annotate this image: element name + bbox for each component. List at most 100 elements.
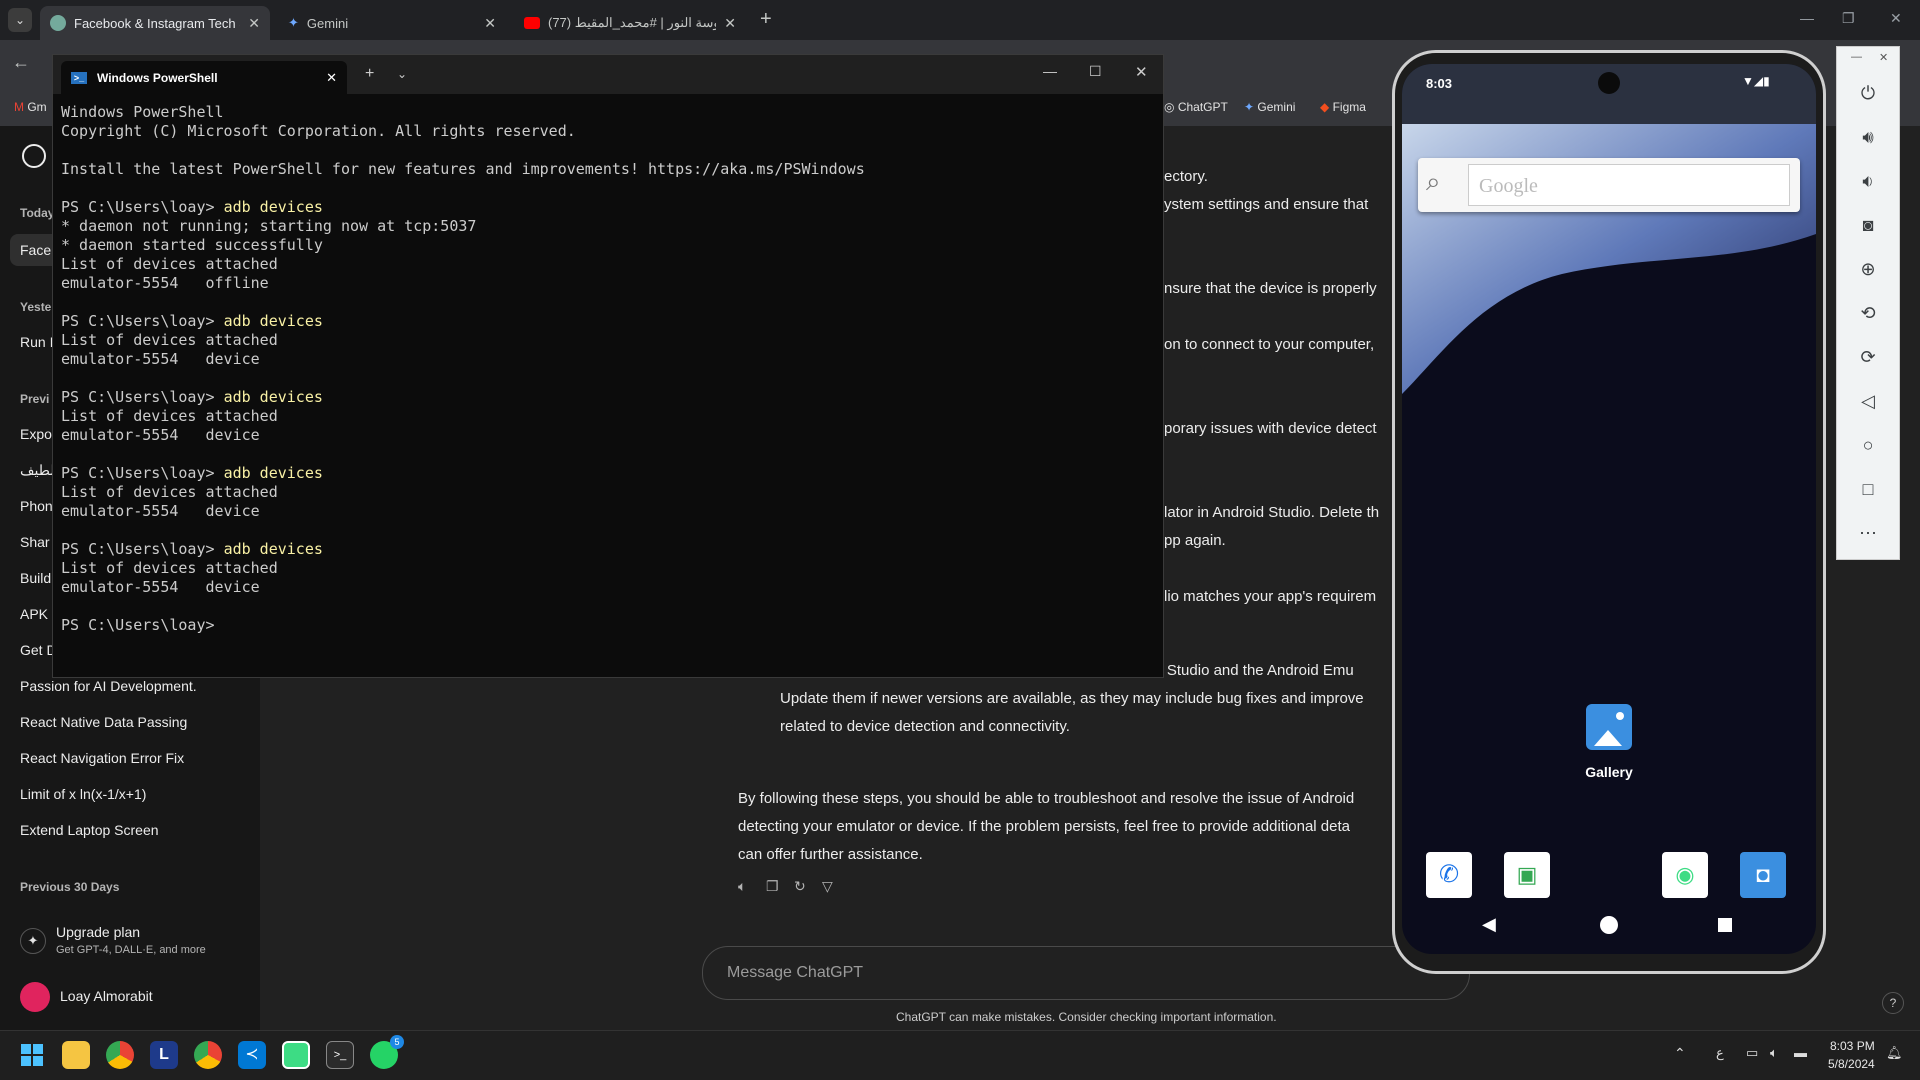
- panel-close-icon[interactable]: ✕: [1879, 51, 1888, 64]
- network-icon[interactable]: ▭: [1746, 1045, 1758, 1061]
- powershell-window[interactable]: >_ Windows PowerShell ✕ + ⌄ — ☐ ✕ Window…: [52, 54, 1164, 678]
- browser-tab-facebook-instagram[interactable]: Facebook & Instagram Tech Sta ✕: [40, 6, 270, 40]
- clock-time[interactable]: 8:03 PM: [1830, 1039, 1875, 1053]
- powershell-terminal-output[interactable]: Windows PowerShell Copyright (C) Microsof…: [53, 95, 1163, 677]
- tray-chevron-icon[interactable]: ⌃: [1674, 1045, 1686, 1062]
- upgrade-plan-button[interactable]: ✦ Upgrade plan Get GPT-4, DALL·E, and mo…: [16, 922, 246, 966]
- volume-icon[interactable]: 🔈︎: [1770, 1045, 1778, 1061]
- sidebar-chat-item[interactable]: Expo: [20, 426, 52, 442]
- notification-bell-icon[interactable]: 🔔︎: [1886, 1045, 1903, 1061]
- windows-start-icon[interactable]: [18, 1041, 46, 1069]
- new-tab-button[interactable]: +: [760, 8, 772, 31]
- zoom-icon[interactable]: ⊕: [1837, 259, 1899, 280]
- close-tab-icon[interactable]: ✕: [248, 15, 260, 32]
- chrome-profile-icon[interactable]: [194, 1041, 222, 1069]
- powershell-tab[interactable]: >_ Windows PowerShell ✕: [61, 61, 347, 94]
- search-field[interactable]: Google: [1468, 164, 1790, 206]
- gallery-app[interactable]: Gallery: [1554, 704, 1664, 794]
- terminal-line: Windows PowerShell: [61, 103, 224, 121]
- rotate-left-icon[interactable]: ⟲: [1837, 303, 1899, 324]
- dropdown-chevron-icon[interactable]: ⌄: [397, 67, 407, 81]
- messages-app-icon[interactable]: ▣: [1504, 852, 1550, 898]
- sidebar-chat-item[interactable]: لطيف: [20, 462, 54, 479]
- read-aloud-icon[interactable]: 🔈︎: [738, 878, 746, 895]
- more-icon[interactable]: ⋯: [1837, 523, 1899, 544]
- sidebar-chat-item[interactable]: Extend Laptop Screen: [20, 822, 159, 838]
- maximize-icon[interactable]: ☐: [1089, 63, 1102, 80]
- chatgpt-bookmark[interactable]: ◎ ChatGPT: [1164, 100, 1228, 114]
- gemini-icon: ✦: [1244, 100, 1255, 114]
- tab-title: Facebook & Instagram Tech Sta: [74, 15, 240, 31]
- l-app-icon[interactable]: L: [150, 1041, 178, 1069]
- camera-punch-hole: [1598, 72, 1620, 94]
- minimize-window-icon[interactable]: —: [1800, 10, 1814, 26]
- whatsapp-icon[interactable]: 5: [370, 1035, 404, 1069]
- android-studio-icon[interactable]: [282, 1041, 310, 1069]
- file-explorer-icon[interactable]: [62, 1041, 90, 1069]
- home-icon[interactable]: ○: [1837, 435, 1899, 456]
- close-tab-icon[interactable]: ✕: [484, 15, 496, 32]
- sidebar-chat-item[interactable]: React Native Data Passing: [20, 714, 187, 730]
- sidebar-chat-item[interactable]: React Navigation Error Fix: [20, 750, 184, 766]
- close-window-icon[interactable]: ✕: [1890, 10, 1902, 27]
- restore-window-icon[interactable]: ❐: [1842, 10, 1855, 27]
- sidebar-chat-item[interactable]: Phon: [20, 498, 53, 514]
- sidebar-chat-item[interactable]: Run I: [20, 334, 53, 350]
- phone-app-icon[interactable]: ✆: [1426, 852, 1472, 898]
- sidebar-chat-item[interactable]: Build: [20, 570, 51, 586]
- back-arrow-icon[interactable]: ←: [12, 52, 30, 73]
- minimize-icon[interactable]: —: [1043, 63, 1057, 79]
- volume-down-icon[interactable]: 🔉︎: [1837, 171, 1899, 192]
- message-placeholder: Message ChatGPT: [727, 964, 864, 981]
- browser-tab-gemini[interactable]: ✦ Gemini ✕: [278, 6, 506, 40]
- sidebar-chat-item[interactable]: Limit of x ln(x-1/x+1): [20, 786, 146, 802]
- android-app-icon[interactable]: ◉: [1662, 852, 1708, 898]
- help-icon[interactable]: ?: [1882, 992, 1904, 1014]
- chatgpt-logo-icon[interactable]: [22, 144, 46, 168]
- vscode-icon[interactable]: ≺: [238, 1041, 266, 1069]
- gemini-bookmark[interactable]: ✦ Gemini: [1244, 100, 1295, 114]
- volume-up-icon[interactable]: 🔊︎: [1837, 127, 1899, 148]
- power-icon[interactable]: ⏻: [1837, 83, 1899, 104]
- powershell-title-bar[interactable]: >_ Windows PowerShell ✕ + ⌄ — ☐ ✕: [53, 55, 1163, 94]
- sidebar-chat-item[interactable]: Passion for AI Development.: [20, 678, 197, 694]
- tab-search-button[interactable]: ⌄: [8, 8, 32, 32]
- sidebar-chat-item[interactable]: APK: [20, 606, 48, 622]
- close-tab-icon[interactable]: ✕: [326, 70, 337, 86]
- google-search-widget[interactable]: ⌕ Google: [1418, 158, 1800, 212]
- camera-icon[interactable]: ◙: [1837, 215, 1899, 236]
- language-indicator[interactable]: ع: [1716, 1045, 1724, 1061]
- close-tab-icon[interactable]: ✕: [724, 15, 736, 32]
- rotate-right-icon[interactable]: ⟳: [1837, 347, 1899, 368]
- nav-home-icon[interactable]: [1600, 916, 1618, 934]
- sidebar-chat-item[interactable]: Shar: [20, 534, 50, 550]
- terminal-icon[interactable]: >_: [326, 1041, 354, 1069]
- terminal-line: emulator-5554 offline: [61, 274, 269, 292]
- regenerate-icon[interactable]: ↻: [794, 878, 806, 895]
- message-input[interactable]: Message ChatGPT: [702, 946, 1470, 1000]
- response-text-fragment: on to connect to your computer,: [1164, 336, 1375, 353]
- terminal-line: PS C:\Users\loay> adb devices: [61, 312, 323, 330]
- gmail-bookmark[interactable]: M Gm: [14, 100, 47, 114]
- close-window-icon[interactable]: ✕: [1135, 63, 1148, 81]
- response-text-fragment: nsure that the device is properly: [1164, 280, 1377, 297]
- new-tab-icon[interactable]: +: [365, 65, 374, 83]
- terminal-line: List of devices attached: [61, 483, 278, 501]
- response-text-fragment: porary issues with device detect: [1164, 420, 1377, 437]
- thumbs-down-icon[interactable]: ▽: [822, 878, 833, 895]
- android-emulator-screen[interactable]: 8:03 ▼◢▮ ⌕ Google Gallery ✆ ▣ ◉ ◘ ◀: [1402, 64, 1816, 954]
- chrome-icon[interactable]: [106, 1041, 134, 1069]
- clock-date[interactable]: 5/8/2024: [1828, 1057, 1875, 1071]
- user-profile-button[interactable]: Loay Almorabit: [16, 978, 246, 1018]
- gmail-icon: M: [14, 100, 24, 114]
- panel-minimize-icon[interactable]: —: [1851, 51, 1862, 63]
- camera-app-icon[interactable]: ◘: [1740, 852, 1786, 898]
- browser-tab-youtube[interactable]: (77) عروسة النور | #محمد_المقيط ✕: [514, 6, 746, 40]
- copy-icon[interactable]: ❐: [766, 878, 779, 895]
- nav-overview-icon[interactable]: [1718, 918, 1732, 932]
- nav-back-icon[interactable]: ◀: [1482, 914, 1496, 935]
- overview-icon[interactable]: □: [1837, 479, 1899, 500]
- back-icon[interactable]: ◁: [1837, 391, 1899, 412]
- figma-bookmark[interactable]: ◆ Figma: [1320, 100, 1366, 114]
- battery-icon[interactable]: ▬: [1794, 1045, 1807, 1060]
